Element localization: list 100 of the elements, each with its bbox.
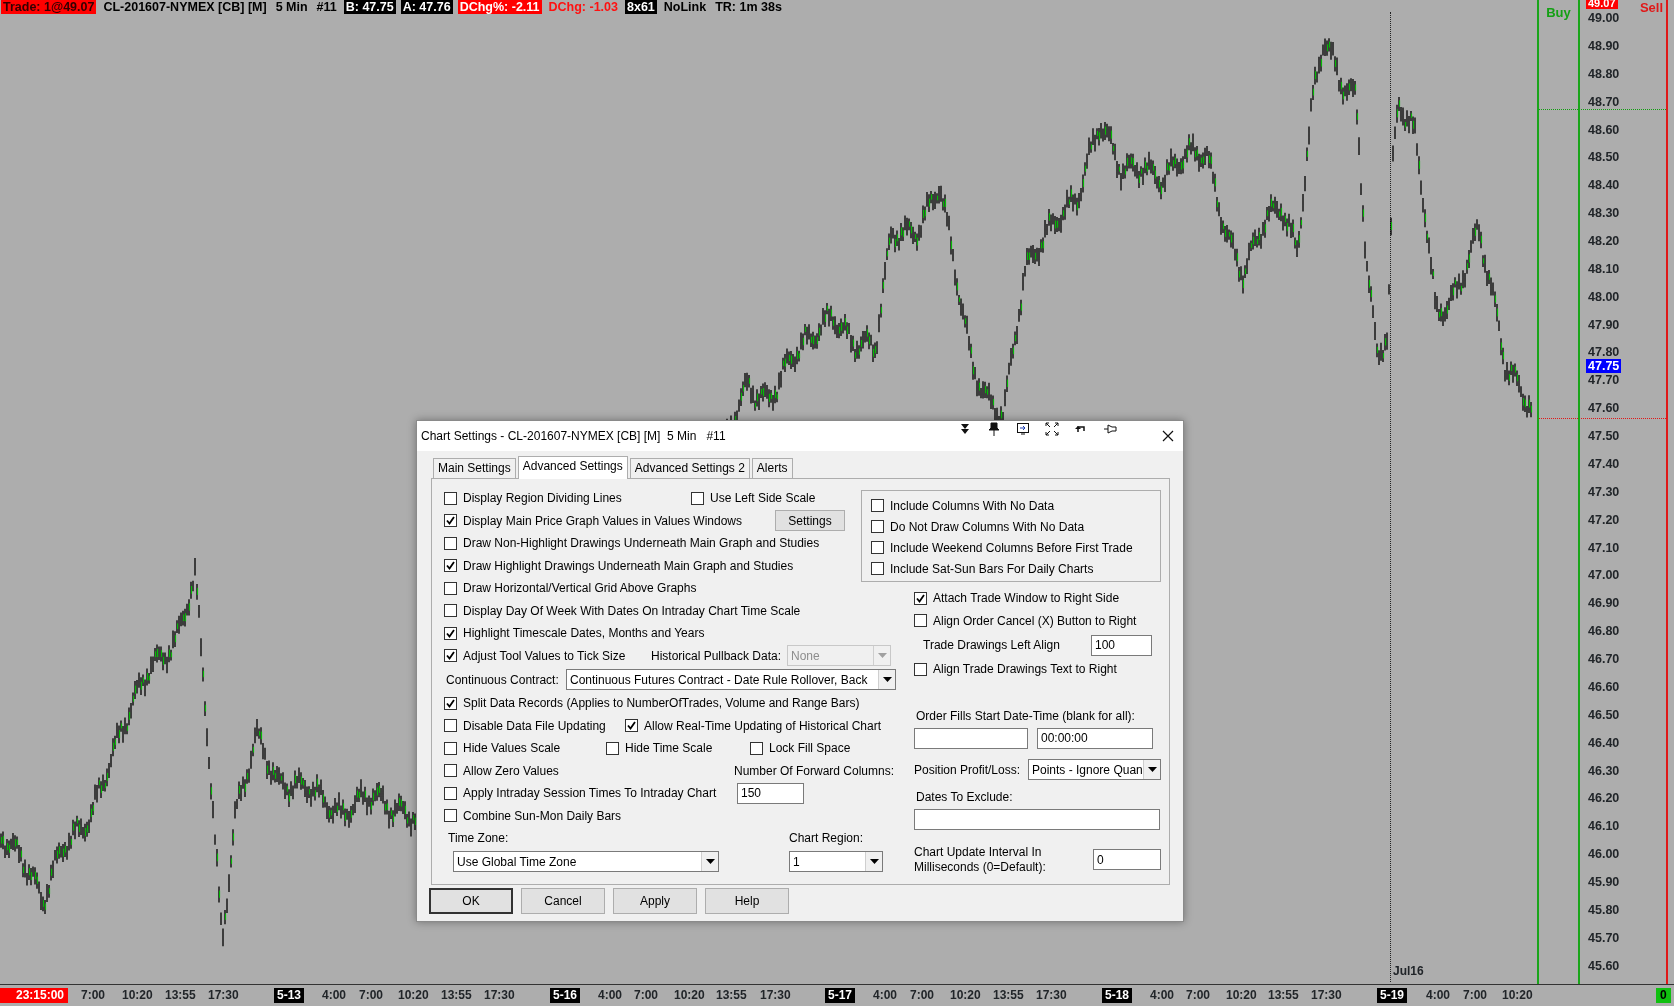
ok-button[interactable]: OK xyxy=(429,888,513,914)
checkbox[interactable] xyxy=(444,741,457,755)
date-label: 5-16 xyxy=(550,988,581,1003)
price-label: 47.50 xyxy=(1588,429,1620,444)
field-label: Time Zone: xyxy=(448,830,510,848)
price-label: 46.50 xyxy=(1588,707,1620,722)
window-icon[interactable] xyxy=(1016,422,1030,436)
time-label: 7:00 xyxy=(359,988,384,1003)
price-label: 48.20 xyxy=(1588,234,1620,248)
checkbox-label: Do Not Draw Columns With No Data xyxy=(890,518,1086,536)
input-field[interactable]: 150 xyxy=(737,782,804,804)
tab[interactable]: Alerts xyxy=(751,458,793,478)
price-label: 47.10 xyxy=(1588,540,1620,555)
checkbox[interactable] xyxy=(444,626,457,640)
time-label: 7:00 xyxy=(81,988,106,1003)
checkbox-label: Allow Real-Time Updating of Historical Chart xyxy=(644,717,882,735)
checkbox[interactable] xyxy=(444,809,457,823)
input-field[interactable] xyxy=(914,808,1160,830)
input-field[interactable] xyxy=(914,727,1028,749)
checkbox[interactable] xyxy=(871,499,884,512)
checkbox-label: Draw Horizontal/Vertical Grid Above Graphs xyxy=(463,580,698,598)
checkbox-label: Display Day Of Week With Dates On Intraday Chart Time Scale xyxy=(463,602,802,620)
input-field[interactable]: 100 xyxy=(1091,634,1152,656)
price-label: 47.20 xyxy=(1588,512,1620,527)
cancel-button[interactable]: Cancel xyxy=(521,888,605,914)
help-button[interactable]: Help xyxy=(705,888,789,914)
checkbox[interactable] xyxy=(444,604,457,618)
time-label: 4:00 xyxy=(598,988,623,1003)
price-label: 49.00 xyxy=(1588,11,1620,25)
double-arrow-down-icon[interactable] xyxy=(958,422,972,436)
checkbox[interactable] xyxy=(914,591,927,605)
date-label: 5-19 xyxy=(1377,988,1408,1003)
checkbox[interactable] xyxy=(444,581,457,595)
checkbox-label: Hide Values Scale xyxy=(463,740,562,758)
checkbox[interactable] xyxy=(444,764,457,778)
input-field[interactable]: 00:00:00 xyxy=(1037,727,1153,749)
time-label: 4:00 xyxy=(1426,988,1451,1003)
time-label: 10:20 xyxy=(1226,988,1257,1003)
caret-icon xyxy=(882,677,892,682)
time-label: 7:00 xyxy=(910,988,935,1003)
field-label: Order Fills Start Date-Time (blank for all): xyxy=(916,707,1136,725)
checkbox[interactable] xyxy=(625,719,638,733)
chart-info-text: B: 47.75 xyxy=(343,0,396,14)
checkbox-label: Display Main Price Graph Values in Values Windows xyxy=(463,512,743,530)
checkbox[interactable] xyxy=(914,614,927,628)
checkbox[interactable] xyxy=(444,536,457,550)
time-label: 17:30 xyxy=(208,988,239,1003)
dropdown[interactable]: Points - Ignore Quan xyxy=(1028,759,1161,780)
checkbox-label: Include Weekend Columns Before First Trade xyxy=(890,539,1134,557)
checkbox-label: Draw Non-Highlight Drawings Underneath Main Graph and Studies xyxy=(463,535,821,553)
checkbox[interactable] xyxy=(444,649,457,663)
price-label: 46.10 xyxy=(1588,819,1620,834)
price-label: 47.80 xyxy=(1588,345,1620,360)
field-label: Trade Drawings Left Align xyxy=(923,637,1061,654)
checkbox[interactable] xyxy=(871,520,884,533)
price-label: 46.90 xyxy=(1588,596,1620,611)
checkbox-label: Draw Highlight Drawings Underneath Main Graph and Studies xyxy=(463,557,795,575)
checkbox[interactable] xyxy=(871,541,884,554)
tab[interactable]: Main Settings xyxy=(433,458,516,478)
input-field[interactable]: 0 xyxy=(1093,849,1161,870)
dropdown[interactable]: Continuous Futures Contract - Date Rule Rollover, Back xyxy=(566,669,896,690)
checkbox-label: Display Region Dividing Lines xyxy=(463,490,623,508)
checkbox[interactable] xyxy=(444,696,457,710)
checkbox[interactable] xyxy=(914,662,927,676)
settings-button[interactable]: Settings xyxy=(775,510,845,532)
dropdown[interactable]: Use Global Time Zone xyxy=(453,851,719,872)
checkbox[interactable] xyxy=(444,491,457,505)
checkbox[interactable] xyxy=(444,514,457,528)
tab[interactable]: Advanced Settings xyxy=(517,456,628,479)
checkbox-label: Align Order Cancel (X) Button to Right xyxy=(933,612,1138,630)
checkbox[interactable] xyxy=(691,491,704,505)
price-label: 45.80 xyxy=(1588,902,1620,917)
tab[interactable]: Advanced Settings 2 xyxy=(629,458,750,478)
apply-button[interactable]: Apply xyxy=(613,888,697,914)
time-label: 7:00 xyxy=(634,988,659,1003)
checkbox-label: Hide Time Scale xyxy=(625,740,714,758)
price-label: 46.70 xyxy=(1588,652,1620,666)
checkbox-label: Adjust Tool Values to Tick Size xyxy=(463,647,627,665)
time-label: 10:20 xyxy=(122,988,153,1003)
checkbox[interactable] xyxy=(606,741,619,755)
pin-icon[interactable] xyxy=(987,422,1001,436)
checkbox[interactable] xyxy=(444,719,457,733)
date-label: 5-17 xyxy=(825,988,856,1003)
pushpin-icon[interactable] xyxy=(1103,422,1117,436)
price-label: 48.40 xyxy=(1588,178,1620,193)
checkbox-label: Lock Fill Space xyxy=(769,740,852,758)
checkbox[interactable] xyxy=(871,562,884,575)
checkbox[interactable] xyxy=(444,559,457,573)
chart-info-text: DChg: -1.03 xyxy=(547,0,619,14)
position-count: 0 xyxy=(1656,988,1671,1003)
price-label: 47.40 xyxy=(1588,456,1620,471)
price-label: 46.20 xyxy=(1588,791,1620,806)
dropdown[interactable]: 1 xyxy=(789,851,883,872)
price-label: 48.10 xyxy=(1588,261,1620,276)
field-label: Chart Region: xyxy=(789,830,865,848)
checkbox-label: Include Sat-Sun Bars For Daily Charts xyxy=(890,560,1095,578)
checkbox-label: Use Left Side Scale xyxy=(710,490,817,508)
checkbox[interactable] xyxy=(750,741,763,755)
checkbox[interactable] xyxy=(444,786,457,800)
expand-icon[interactable] xyxy=(1045,422,1059,436)
